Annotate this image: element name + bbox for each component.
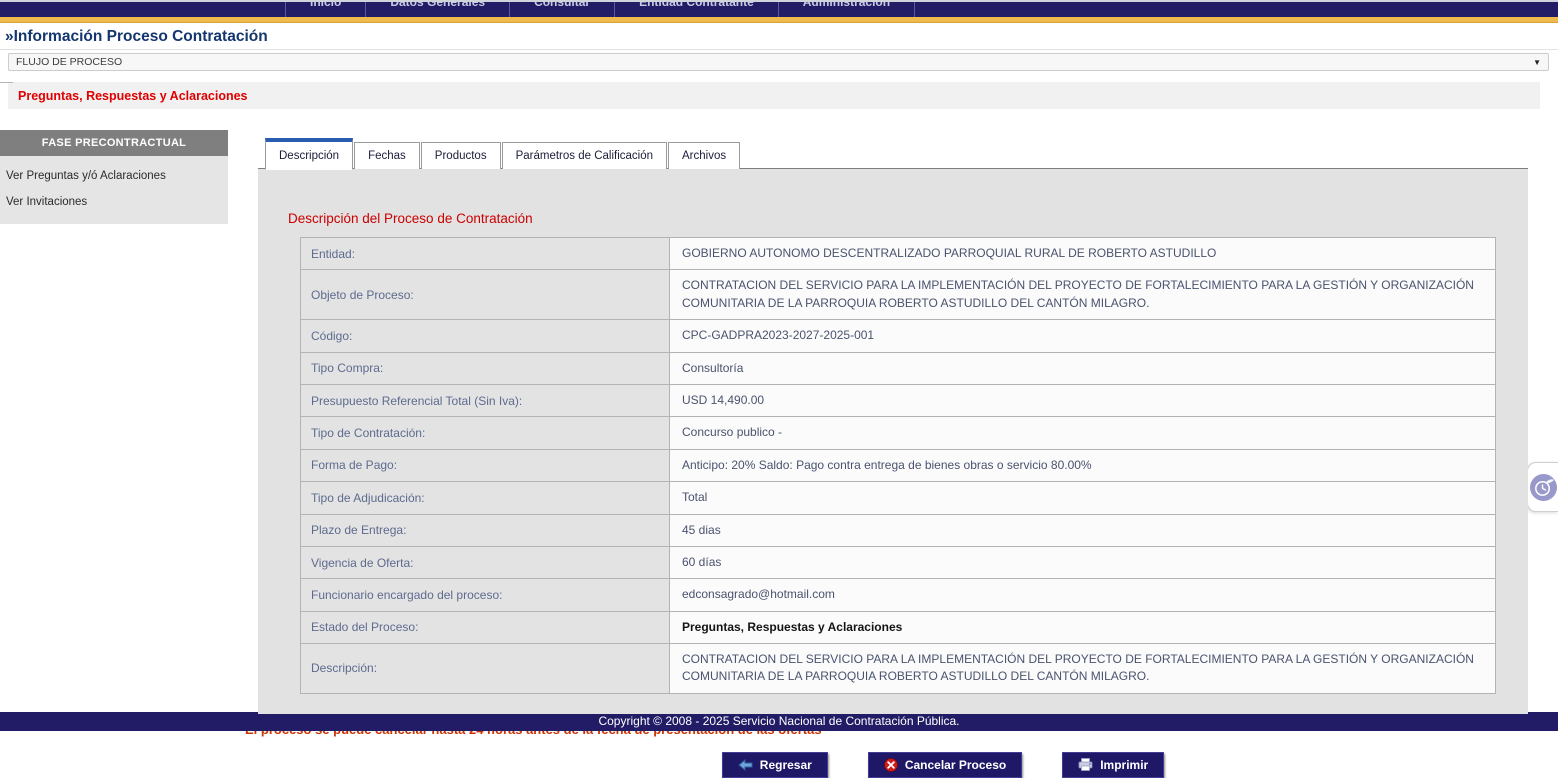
row-value: Consultoría [669,353,1495,384]
table-row-funcionario: Funcionario encargado del proceso: edcon… [300,579,1496,611]
nav-item-consultar[interactable]: Consultar [510,2,615,17]
action-buttons: Regresar Cancelar Proceso [358,752,1528,778]
row-value: Concurso publico - [669,417,1495,448]
print-button[interactable]: Imprimir [1062,752,1164,778]
main-panel-area: Descripción Fechas Productos Parámetros … [258,109,1528,778]
row-label: Estado del Proceso: [301,612,669,643]
row-value-estado: Preguntas, Respuestas y Aclaraciones [669,612,1495,643]
row-value: USD 14,490.00 [669,385,1495,416]
row-label: Vigencia de Oferta: [301,547,669,578]
table-row-forma-pago: Forma de Pago: Anticipo: 20% Saldo: Pago… [300,450,1496,482]
back-button[interactable]: Regresar [722,752,828,778]
back-button-label: Regresar [760,758,812,772]
tab-fechas[interactable]: Fechas [354,142,420,169]
sidebar: FASE PRECONTRACTUAL Ver Preguntas y/ó Ac… [0,130,228,224]
table-row-tipo-compra: Tipo Compra: Consultoría [300,353,1496,385]
row-label: Funcionario encargado del proceso: [301,579,669,610]
row-label: Tipo de Adjudicación: [301,482,669,513]
page-title: »Información Proceso Contratación [5,28,268,45]
print-button-label: Imprimir [1100,758,1148,772]
sidebar-item-ver-preguntas[interactable]: Ver Preguntas y/ó Aclaraciones [0,163,228,189]
row-label: Forma de Pago: [301,450,669,481]
content-area: FASE PRECONTRACTUAL Ver Preguntas y/ó Ac… [0,109,1558,778]
row-value: GOBIERNO AUTONOMO DESCENTRALIZADO PARROQ… [669,238,1495,269]
process-details-table: Entidad: GOBIERNO AUTONOMO DESCENTRALIZA… [300,237,1496,694]
tab-bar: Descripción Fechas Productos Parámetros … [265,138,1528,169]
process-status-banner: Preguntas, Respuestas y Aclaraciones [8,82,1540,109]
table-row-presupuesto: Presupuesto Referencial Total (Sin Iva):… [300,385,1496,417]
nav-item-administracion[interactable]: Administración [779,2,915,17]
description-panel: Descripción del Proceso de Contratación … [258,168,1528,714]
tab-parametros-calificacion[interactable]: Parámetros de Calificación [502,142,667,169]
copyright-text: Copyright © 2008 - 2025 Servicio Naciona… [598,714,959,728]
nav-item-entidad-contratante[interactable]: Entidad Contratante [615,2,779,17]
tab-archivos[interactable]: Archivos [668,142,740,169]
process-status-text: Preguntas, Respuestas y Aclaraciones [18,89,248,103]
cancel-process-button[interactable]: Cancelar Proceso [868,752,1022,778]
cancel-process-button-label: Cancelar Proceso [905,758,1006,772]
main-nav-bar: Inicio Datos Generales Consultar Entidad… [0,2,1558,17]
table-row-vigencia-oferta: Vigencia de Oferta: 60 días [300,547,1496,579]
history-widget-tab[interactable] [1527,462,1558,512]
nav-item-inicio[interactable]: Inicio [285,2,366,17]
row-label: Tipo de Contratación: [301,417,669,448]
row-value: CONTRATACION DEL SERVICIO PARA LA IMPLEM… [669,270,1495,319]
row-value: CONTRATACION DEL SERVICIO PARA LA IMPLEM… [669,644,1495,693]
sidebar-header-fase-precontractual: FASE PRECONTRACTUAL [0,130,228,156]
tab-productos[interactable]: Productos [421,142,501,169]
chevron-down-icon: ▼ [1533,58,1541,67]
row-label: Objeto de Proceso: [301,270,669,319]
table-row-descripcion: Descripción: CONTRATACION DEL SERVICIO P… [300,644,1496,694]
nav-item-datos-generales[interactable]: Datos Generales [366,2,510,17]
row-label: Presupuesto Referencial Total (Sin Iva): [301,385,669,416]
table-row-estado-proceso: Estado del Proceso: Preguntas, Respuesta… [300,612,1496,644]
row-value: 45 dias [669,515,1495,546]
row-label: Entidad: [301,238,669,269]
process-flow-select-value: FLUJO DE PROCESO [16,56,122,68]
section-title: Descripción del Proceso de Contratación [288,211,1495,226]
row-label: Plazo de Entrega: [301,515,669,546]
table-row-entidad: Entidad: GOBIERNO AUTONOMO DESCENTRALIZA… [300,238,1496,270]
sidebar-items: Ver Preguntas y/ó Aclaraciones Ver Invit… [0,156,228,224]
title-bar: »Información Proceso Contratación [0,23,1558,50]
footer-bar: Copyright © 2008 - 2025 Servicio Naciona… [0,712,1558,731]
row-value: CPC-GADPRA2023-2027-2025-001 [669,320,1495,351]
printer-icon [1078,758,1093,771]
winged-clock-icon [1530,474,1557,501]
row-value: Total [669,482,1495,513]
table-row-objeto-proceso: Objeto de Proceso: CONTRATACION DEL SERV… [300,270,1496,320]
row-value: Anticipo: 20% Saldo: Pago contra entrega… [669,450,1495,481]
sidebar-item-ver-invitaciones[interactable]: Ver Invitaciones [0,189,228,215]
tab-descripcion[interactable]: Descripción [265,138,353,170]
row-label: Tipo Compra: [301,353,669,384]
table-row-tipo-adjudicacion: Tipo de Adjudicación: Total [300,482,1496,514]
row-label: Código: [301,320,669,351]
row-value: edconsagrado@hotmail.com [669,579,1495,610]
process-flow-select[interactable]: FLUJO DE PROCESO ▼ [8,53,1549,71]
table-row-plazo-entrega: Plazo de Entrega: 45 dias [300,515,1496,547]
row-value: 60 días [669,547,1495,578]
table-row-tipo-contratacion: Tipo de Contratación: Concurso publico - [300,417,1496,449]
cancel-x-icon [884,758,898,772]
flow-select-row: FLUJO DE PROCESO ▼ [8,53,1549,71]
back-arrow-icon [738,759,753,771]
nav-menu: Inicio Datos Generales Consultar Entidad… [285,2,915,17]
row-label: Descripción: [301,644,669,693]
table-row-codigo: Código: CPC-GADPRA2023-2027-2025-001 [300,320,1496,352]
